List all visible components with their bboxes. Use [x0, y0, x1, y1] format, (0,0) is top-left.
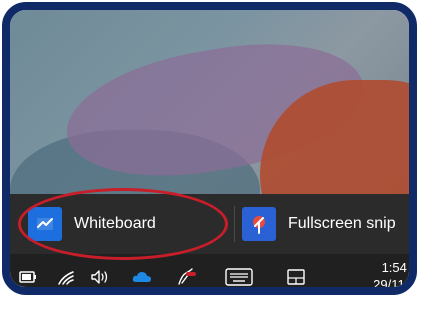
wifi-icon[interactable]: [54, 265, 78, 287]
volume-icon[interactable]: [88, 265, 112, 287]
clock[interactable]: 1:54 PM 29/11/202: [340, 259, 416, 292]
fullscreen-snip-app-label: Fullscreen snip: [288, 215, 396, 232]
layout-icon[interactable]: [284, 265, 308, 287]
highlight-annotation: [18, 188, 228, 260]
keyboard-icon[interactable]: [224, 265, 254, 287]
onedrive-icon[interactable]: [130, 265, 154, 287]
clock-date: 29/11/202: [373, 277, 416, 292]
taskbar: 1:54 PM 29/11/202: [10, 254, 416, 292]
clock-time: 1:54 PM: [381, 260, 409, 275]
battery-icon[interactable]: [16, 265, 40, 287]
fullscreen-snip-app-button[interactable]: Fullscreen snip: [242, 194, 396, 254]
app-separator: [234, 206, 235, 242]
screenshot-frame: Whiteboard Fullscreen snip 1:54 29/11/2: [2, 2, 417, 295]
highlight-annotation-tick: [186, 272, 196, 276]
pen-icon[interactable]: [174, 265, 198, 287]
snip-icon: [242, 207, 276, 241]
